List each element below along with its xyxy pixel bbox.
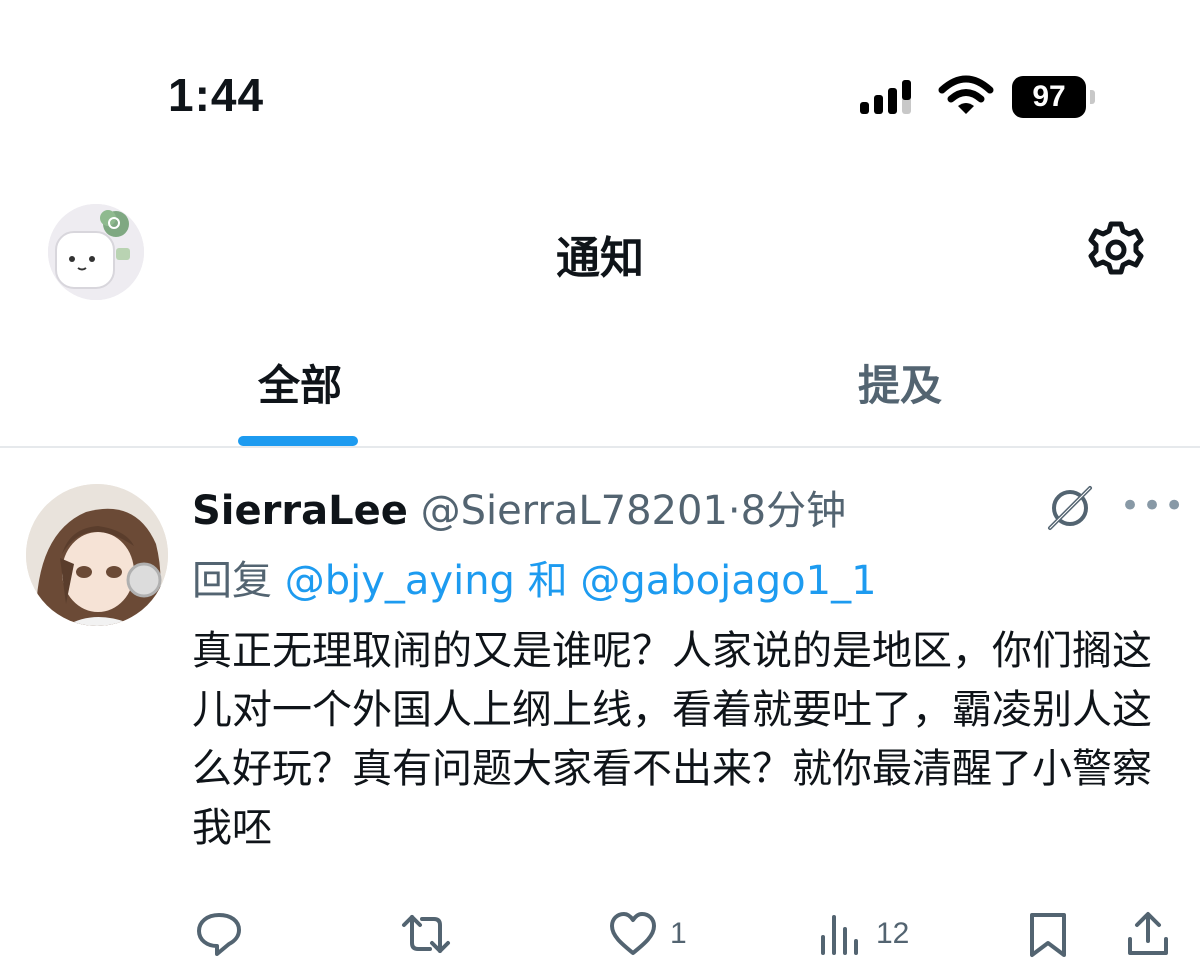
bookmark-button[interactable] <box>1026 906 1070 962</box>
post-text: 真正无理取闹的又是谁呢？人家说的是地区，你们搁这儿对一个外国人上纲上线，看着就要… <box>192 628 1152 851</box>
grok-icon[interactable] <box>1044 482 1096 534</box>
notification-header: SierraLee @SierraL78201·8分钟 <box>192 478 846 536</box>
reply-prefix: 回复 <box>192 558 272 604</box>
views-count: 12 <box>876 917 910 950</box>
active-tab-indicator <box>238 436 358 446</box>
tab-mentions[interactable]: 提及 <box>600 352 1200 413</box>
signal-icon <box>860 80 911 114</box>
mention-link[interactable]: @gabojago1_1 <box>580 558 876 604</box>
gear-icon[interactable] <box>1084 218 1148 282</box>
share-button[interactable] <box>1124 906 1172 962</box>
wifi-icon <box>938 75 994 114</box>
views-button[interactable]: 12 <box>818 906 909 962</box>
reply-context: 回复 @bjy_aying 和 @gabojago1_1 <box>192 548 877 606</box>
battery-level: 97 <box>1012 76 1086 118</box>
like-button[interactable]: 1 <box>608 906 687 962</box>
meta-separator: · <box>727 488 741 534</box>
post-time[interactable]: 8分钟 <box>741 488 846 534</box>
page-title: 通知 <box>556 233 644 284</box>
tab-all[interactable]: 全部 <box>0 352 600 413</box>
reply-icon <box>197 913 241 956</box>
share-icon <box>1128 912 1168 955</box>
battery-icon: 97 <box>1012 76 1096 118</box>
retweet-icon <box>402 915 450 953</box>
status-time: 1:44 <box>168 69 265 121</box>
mention-link[interactable]: @bjy_aying <box>285 558 515 604</box>
avatar-illustration <box>26 484 168 626</box>
views-icon <box>821 915 858 955</box>
display-name[interactable]: SierraLee <box>192 488 408 534</box>
heart-icon <box>610 912 656 955</box>
bookmark-icon <box>1030 913 1066 957</box>
battery-cap <box>1090 90 1095 104</box>
more-options-icon[interactable]: ••• <box>1120 488 1184 524</box>
reply-conjunction: 和 <box>527 558 568 604</box>
user-avatar[interactable] <box>26 484 168 626</box>
user-handle[interactable]: @SierraL78201 <box>421 488 728 534</box>
like-count: 1 <box>670 917 687 950</box>
reply-button[interactable] <box>194 906 256 962</box>
retweet-button[interactable] <box>398 906 466 962</box>
tabs-divider <box>0 446 1200 448</box>
